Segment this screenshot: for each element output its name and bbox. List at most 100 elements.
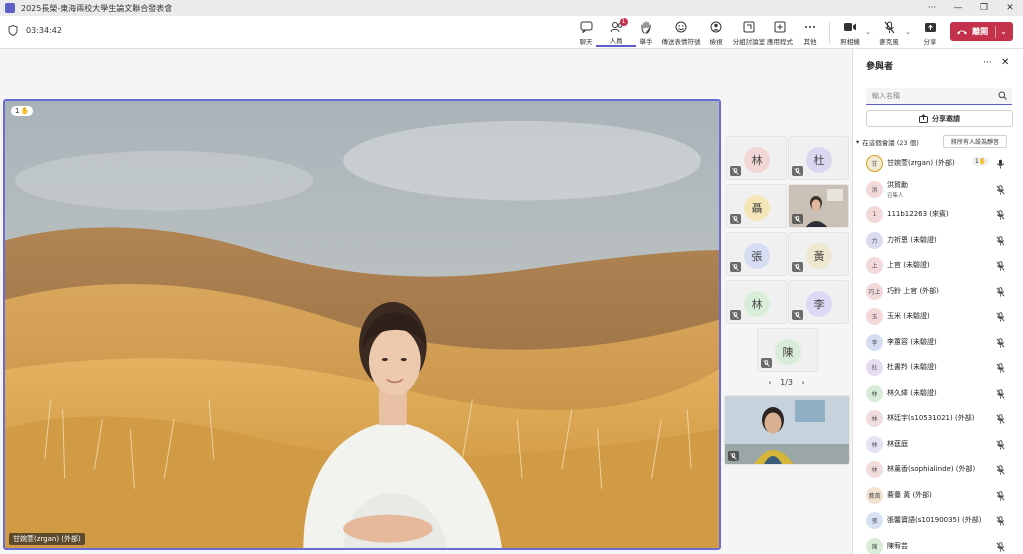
mic-off-icon (730, 214, 741, 224)
participant-row[interactable]: 張張馨寶語(s10190035) (外部) (853, 508, 1023, 534)
avatar: 上 (866, 257, 883, 274)
participant-row[interactable]: 甘甘婉萱(zrgan) (外部) 1✋ (853, 151, 1023, 177)
raise-hand-button[interactable]: 舉手 (626, 19, 666, 47)
emoji-icon (675, 19, 687, 35)
participant-name: 林久緯 (未驗證) (887, 388, 937, 397)
view-icon (710, 19, 722, 35)
participant-list: 甘甘婉萱(zrgan) (外部) 1✋ 洪洪賀勳 召集人 1 111b12263 (來賓)… (853, 151, 1023, 554)
search-icon[interactable] (998, 91, 1007, 100)
emoji-button[interactable]: 傳送表情符號 (661, 19, 701, 47)
participant-row[interactable]: 上上官 (未驗證) (853, 253, 1023, 279)
participant-row[interactable]: 杜杜書羚 (未驗證) (853, 355, 1023, 381)
participant-role: 召集人 (887, 192, 904, 199)
avatar: 林 (744, 291, 770, 317)
avatar: 洪 (866, 180, 883, 198)
leave-options-chevron-down-icon[interactable]: ⌄ (1000, 27, 1007, 36)
participant-tile[interactable]: 張 (726, 232, 787, 276)
participant-name: 甘婉萱(zrgan) (外部) (887, 159, 955, 167)
breakout-icon (743, 19, 755, 35)
previous-page-chevron-left-icon[interactable]: ‹ (768, 378, 771, 387)
restore-button[interactable]: ❐ (971, 0, 997, 16)
speaker-video-frame (5, 101, 719, 548)
mute-all-button[interactable]: 將所有人設為靜音 (943, 135, 1007, 148)
mic-off-icon (792, 310, 803, 320)
participant-row[interactable]: 林林久緯 (未驗證) (853, 381, 1023, 407)
self-view-tile[interactable] (724, 395, 850, 465)
participant-name: 林廷宇(s10531021) (外部) (887, 414, 975, 422)
participant-row[interactable]: 蕎黃 蕎薹 黃 (外部) (853, 483, 1023, 509)
people-icon: 1 (610, 18, 628, 34)
phone-hangup-icon (957, 30, 968, 34)
participant-tile[interactable]: 杜 (788, 136, 849, 180)
mic-off-icon (996, 235, 1005, 249)
participant-row[interactable]: 1 111b12263 (來賓) (853, 202, 1023, 228)
participant-row[interactable]: 林林廷宇(s10531021) (外部) (853, 406, 1023, 432)
share-icon (924, 19, 937, 35)
avatar: 林 (866, 410, 883, 427)
participant-tile[interactable]: 林 (726, 280, 787, 324)
window-title: 2025長榮-東海兩校大學生論文聯合發表會 (21, 3, 173, 13)
participant-video-tile[interactable] (788, 184, 849, 228)
participant-row[interactable]: 李李蕙容 (未驗證) (853, 330, 1023, 356)
main-speaker-video[interactable]: 1 ✋ 甘婉萱(zrgan) (外部) (3, 99, 721, 550)
meeting-stage: 1 ✋ 甘婉萱(zrgan) (外部) 林 杜 聶 張 黃 林 李 陳 ‹ 1/… (0, 49, 850, 554)
more-label: 其他 (803, 38, 817, 46)
avatar: 林 (866, 435, 883, 453)
avatar: 蕎黃 (866, 486, 883, 504)
mic-off-icon (996, 490, 1005, 504)
more-button[interactable]: 其他 (790, 19, 830, 47)
minimize-button[interactable]: — (945, 0, 971, 16)
share-label: 分享 (923, 38, 937, 46)
raise-count: 1 (15, 107, 20, 115)
participant-row[interactable]: 林林薰香(sophialinde) (外部) (853, 457, 1023, 483)
participant-row[interactable]: 陳陳宥芸 (853, 534, 1023, 554)
in-meeting-section-header[interactable]: ▾ 在這個會議 (23 個) (856, 137, 919, 147)
microphone-button[interactable]: 麥克風 (869, 19, 909, 47)
avatar: 林 (866, 384, 883, 402)
participant-tile[interactable]: 林 (726, 136, 787, 180)
mic-off-icon (996, 541, 1005, 554)
avatar: 李 (806, 291, 832, 317)
participant-row[interactable]: 玉玉米 (未驗證) (853, 304, 1023, 330)
leave-button[interactable]: 離開 ⌄ (950, 22, 1013, 41)
camera-button[interactable]: 照相機 (830, 19, 870, 47)
participant-tile[interactable]: 黃 (788, 232, 849, 276)
mic-off-icon (792, 166, 803, 176)
participant-row[interactable]: 力力祈恩 (未驗證) (853, 228, 1023, 254)
share-invite-button[interactable]: 分享邀請 (866, 110, 1013, 127)
participant-tile[interactable]: 陳 (757, 328, 818, 372)
participant-name: 林薰香(sophialinde) (外部) (887, 465, 976, 473)
window-more-button[interactable]: ··· (919, 0, 945, 16)
panel-more-button[interactable]: ··· (983, 58, 992, 68)
next-page-chevron-right-icon[interactable]: › (801, 378, 804, 387)
search-input[interactable] (866, 88, 990, 104)
avatar: 1 (866, 206, 883, 223)
meeting-toolbar: 03:34:42 聊天 1 人員 舉手 傳送表情符號 檢視 分組討論室 應用程式… (0, 16, 1023, 49)
avatar: 林 (744, 147, 770, 173)
raised-hand-badge: 1✋ (972, 157, 990, 166)
participant-tile[interactable]: 聶 (726, 184, 787, 228)
participant-row[interactable]: 巧上 巧鈴 上官 (外部) (853, 279, 1023, 305)
participant-name: 杜書羚 (未驗證) (887, 363, 937, 371)
share-button[interactable]: 分享 (910, 19, 950, 47)
participants-panel: 參與者 ··· ✕ 分享邀請 ▾ 在這個會議 (23 個) 將所有人設為靜音 甘… (852, 49, 1023, 554)
mic-on-icon (996, 159, 1005, 172)
participant-tile[interactable]: 李 (788, 280, 849, 324)
main-speaker-name: 甘婉萱(zrgan) (外部) (9, 533, 85, 545)
panel-close-button[interactable]: ✕ (1001, 57, 1009, 68)
mic-off-icon (996, 363, 1005, 376)
participant-name: 林莛庭 (887, 439, 908, 448)
mic-off-icon (996, 210, 1005, 223)
participant-row[interactable]: 洪洪賀勳 召集人 (853, 177, 1023, 203)
participant-name: 張馨寶語(s10190035) (外部) (887, 516, 982, 524)
avatar: 張 (866, 512, 883, 529)
close-window-button[interactable]: ✕ (997, 0, 1023, 16)
leave-label: 離開 (972, 27, 989, 36)
mic-off-icon (996, 516, 1005, 529)
avatar: 陳 (775, 339, 801, 365)
self-view-video-frame (725, 396, 849, 464)
participant-row[interactable]: 林林莛庭 (853, 432, 1023, 458)
mic-off-icon (884, 19, 895, 35)
avatar: 杜 (866, 359, 883, 376)
mic-off-icon (996, 312, 1005, 325)
